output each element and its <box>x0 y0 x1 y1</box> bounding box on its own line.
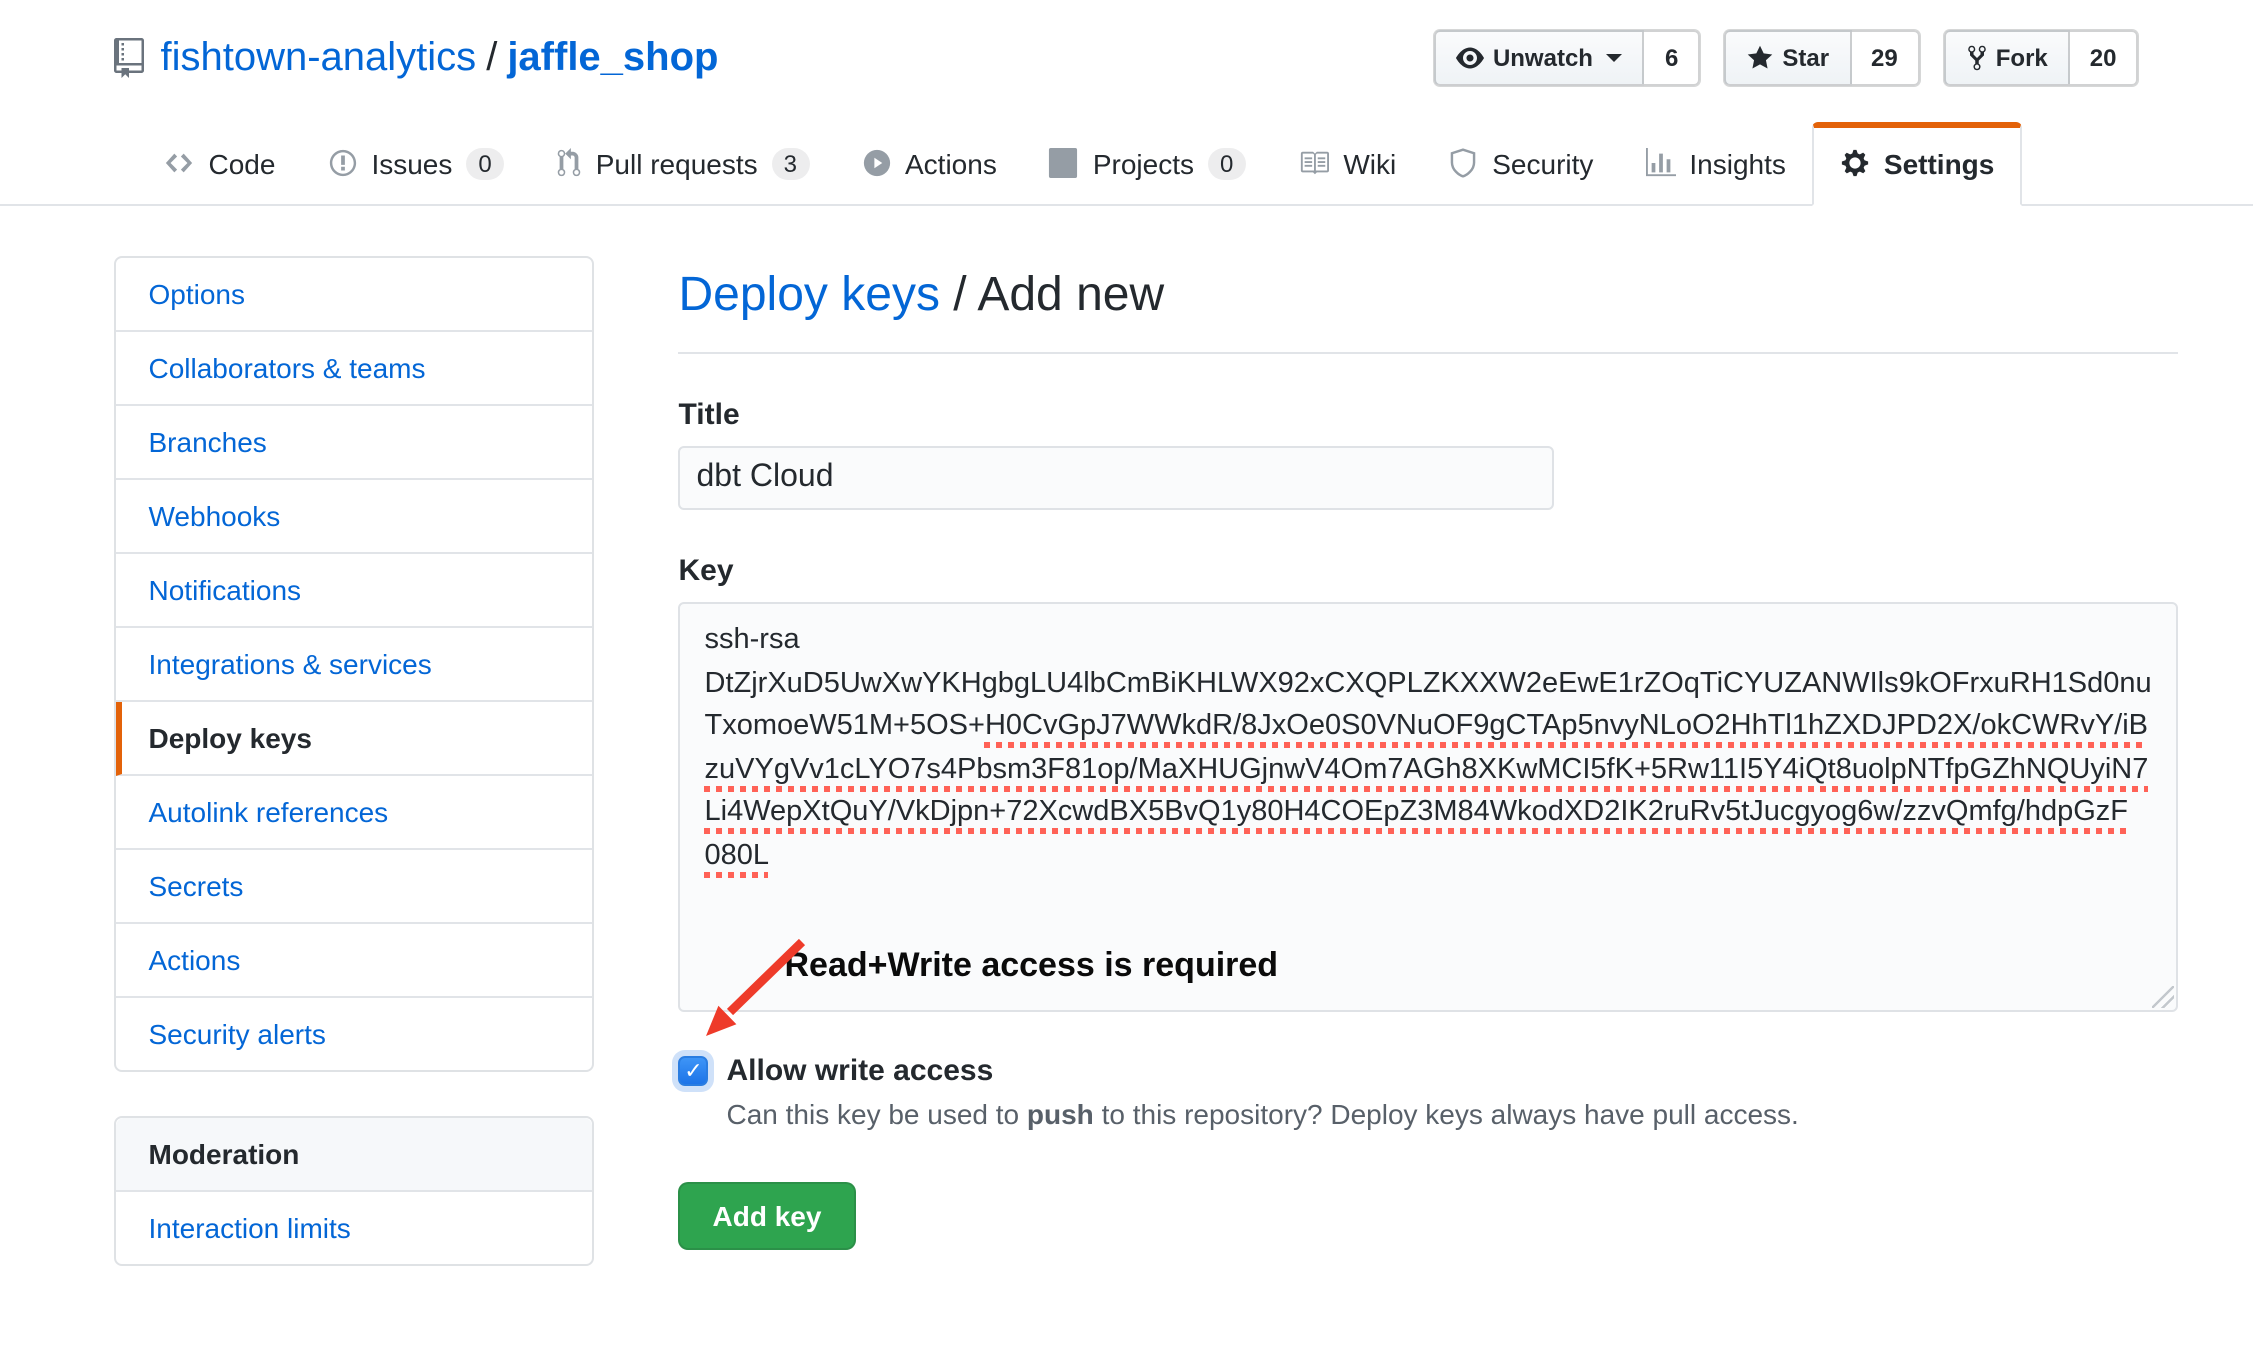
tab-label: Pull requests <box>596 147 758 179</box>
project-icon <box>1049 148 1079 178</box>
tab-security[interactable]: Security <box>1422 122 1619 204</box>
settings-menu: Options Collaborators & teams Branches W… <box>115 256 595 1072</box>
breadcrumb-current: Add new <box>977 268 1164 322</box>
allow-write-access-help: Can this key be used to push to this rep… <box>727 1098 2178 1130</box>
gear-icon <box>1840 148 1870 178</box>
deploy-key-form: Deploy keys / Add new Title Key ssh-rsa … <box>679 256 2178 1266</box>
forks-count[interactable]: 20 <box>2070 30 2139 86</box>
tab-label: Security <box>1492 147 1593 179</box>
textarea-resize-handle[interactable] <box>2152 986 2174 1008</box>
key-line: 080L <box>705 835 2152 878</box>
repo-actions: Unwatch 6 Star 29 Fork 20 <box>1435 30 2139 86</box>
issue-opened-icon <box>327 148 357 178</box>
key-line: zuVYgVv1cLYO7s4Pbsm3F81op/MaXHUGjnwV4Om7… <box>705 749 2152 792</box>
title-field-group: Title <box>679 398 2178 510</box>
dropdown-caret-icon <box>1607 54 1623 62</box>
add-key-button[interactable]: Add key <box>679 1182 856 1250</box>
sidebar-item-actions[interactable]: Actions <box>117 924 593 998</box>
book-icon <box>1297 148 1329 178</box>
unwatch-button[interactable]: Unwatch <box>1435 30 1645 86</box>
page-title: Deploy keys / Add new <box>679 256 2178 324</box>
repo-title: fishtown-analytics / jaffle_shop <box>115 34 719 82</box>
github-settings-page: fishtown-analytics / jaffle_shop Unwatch… <box>0 0 2253 1364</box>
key-label: Key <box>679 554 2178 588</box>
sidebar-item-branches[interactable]: Branches <box>117 406 593 480</box>
title-label: Title <box>679 398 2178 432</box>
allow-write-access-label[interactable]: Allow write access <box>727 1054 2178 1088</box>
watchers-count[interactable]: 6 <box>1645 30 1700 86</box>
tab-issues[interactable]: Issues 0 <box>301 122 529 204</box>
breadcrumb-separator: / <box>940 268 977 322</box>
fork-icon <box>1966 44 1988 72</box>
key-line: ssh-rsa <box>705 620 2152 663</box>
tab-code[interactable]: Code <box>139 122 302 204</box>
settings-sidebar: Options Collaborators & teams Branches W… <box>115 256 595 1266</box>
issues-counter: 0 <box>466 147 503 179</box>
unwatch-label: Unwatch <box>1493 46 1593 70</box>
tab-projects[interactable]: Projects 0 <box>1023 122 1272 204</box>
deploy-keys-breadcrumb-link[interactable]: Deploy keys <box>679 268 940 322</box>
tab-label: Issues <box>371 147 452 179</box>
repo-nav: Code Issues 0 Pull requests 3 Actions Pr… <box>0 122 2253 206</box>
sidebar-item-secrets[interactable]: Secrets <box>117 850 593 924</box>
annotation-text: Read+Write access is required <box>785 943 1279 986</box>
allow-write-access-checkbox[interactable]: ✓ <box>679 1056 709 1086</box>
play-icon <box>861 148 891 178</box>
tab-label: Wiki <box>1343 147 1396 179</box>
tab-pull-requests[interactable]: Pull requests 3 <box>530 122 835 204</box>
key-line: DtZjrXuD5UwXwYKHgbgLU4lbCmBiKHLWX92xCXQP… <box>705 663 2152 706</box>
repo-separator: / <box>486 34 497 82</box>
eye-icon <box>1457 44 1485 72</box>
tab-label: Projects <box>1093 147 1194 179</box>
repo-name-link[interactable]: jaffle_shop <box>507 34 718 82</box>
tab-label: Insights <box>1689 147 1786 179</box>
pull-request-icon <box>556 148 582 178</box>
repo-owner-link[interactable]: fishtown-analytics <box>161 34 477 82</box>
tab-insights[interactable]: Insights <box>1619 122 1812 204</box>
sidebar-item-options[interactable]: Options <box>117 258 593 332</box>
divider <box>679 352 2178 354</box>
star-label: Star <box>1782 46 1829 70</box>
code-icon <box>165 148 195 178</box>
pull-requests-counter: 3 <box>772 147 809 179</box>
sidebar-item-deploy-keys[interactable]: Deploy keys <box>117 702 593 776</box>
star-button[interactable]: Star <box>1724 30 1851 86</box>
shield-icon <box>1448 148 1478 178</box>
sidebar-item-security-alerts[interactable]: Security alerts <box>117 998 593 1070</box>
repo-icon <box>115 38 145 78</box>
watch-button-group: Unwatch 6 <box>1435 30 1700 86</box>
sidebar-item-notifications[interactable]: Notifications <box>117 554 593 628</box>
moderation-menu: Moderation Interaction limits <box>115 1116 595 1266</box>
projects-counter: 0 <box>1208 147 1245 179</box>
fork-button-group: Fork 20 <box>1944 30 2139 86</box>
sidebar-item-autolink-references[interactable]: Autolink references <box>117 776 593 850</box>
key-line: TxomoeW51M+5OS+H0CvGpJ7WWkdR/8JxOe0S0VNu… <box>705 706 2152 749</box>
repo-header: fishtown-analytics / jaffle_shop Unwatch… <box>115 0 2139 86</box>
key-line: Li4WepXtQuY/VkDjpn+72XcwdBX5BvQ1y80H4COE… <box>705 792 2152 835</box>
moderation-header: Moderation <box>117 1118 593 1192</box>
allow-write-access-row: ✓ Allow write access Can this key be use… <box>679 1054 2178 1130</box>
key-field-group: Key ssh-rsa DtZjrXuD5UwXwYKHgbgLU4lbCmBi… <box>679 554 2178 1012</box>
graph-icon <box>1645 148 1675 178</box>
tab-settings[interactable]: Settings <box>1812 122 2022 205</box>
sidebar-item-integrations-services[interactable]: Integrations & services <box>117 628 593 702</box>
tab-label: Actions <box>905 147 997 179</box>
fork-button[interactable]: Fork <box>1944 30 2070 86</box>
tab-wiki[interactable]: Wiki <box>1271 122 1422 204</box>
key-textarea[interactable]: ssh-rsa DtZjrXuD5UwXwYKHgbgLU4lbCmBiKHLW… <box>679 602 2178 1012</box>
tab-label: Code <box>209 147 276 179</box>
tab-actions[interactable]: Actions <box>835 122 1023 204</box>
stars-count[interactable]: 29 <box>1851 30 1920 86</box>
sidebar-item-interaction-limits[interactable]: Interaction limits <box>117 1192 593 1264</box>
fork-label: Fork <box>1996 46 2048 70</box>
sidebar-item-collaborators-teams[interactable]: Collaborators & teams <box>117 332 593 406</box>
star-button-group: Star 29 <box>1724 30 1919 86</box>
tab-label: Settings <box>1884 147 1994 179</box>
star-icon <box>1746 44 1774 72</box>
title-input[interactable] <box>679 446 1555 510</box>
sidebar-item-webhooks[interactable]: Webhooks <box>117 480 593 554</box>
